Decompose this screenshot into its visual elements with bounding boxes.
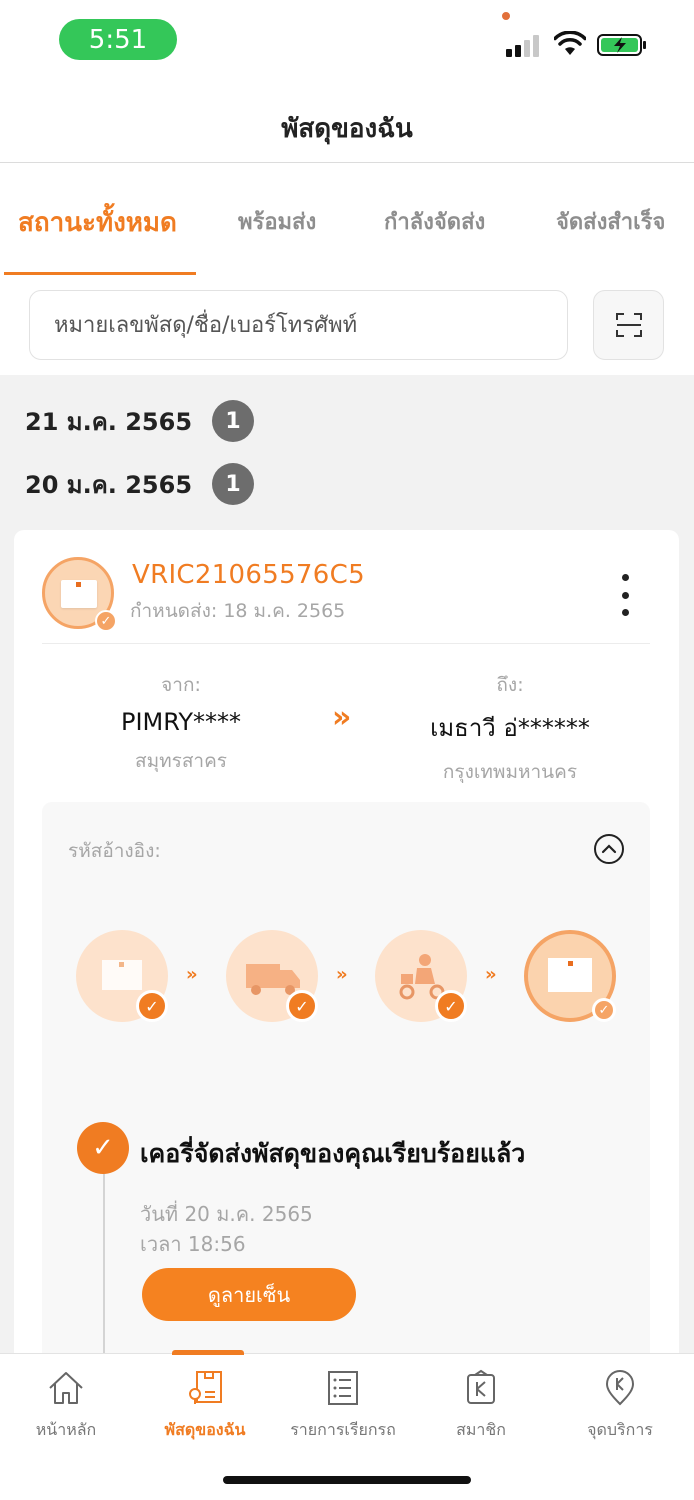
parcel-card[interactable]: ✓ VRIC21065576C5 กำหนดส่ง: 18 ม.ค. 2565 … xyxy=(14,530,679,1355)
member-icon xyxy=(467,1369,495,1404)
parcel-list[interactable]: 21 ม.ค. 2565 1 20 ม.ค. 2565 1 ✓ VRIC2106… xyxy=(0,375,694,1355)
event-date: วันที่ 20 ม.ค. 2565 xyxy=(140,1202,313,1226)
nav-label: หน้าหลัก xyxy=(35,1420,97,1439)
scan-icon xyxy=(615,313,642,337)
status-bar: 5:51 xyxy=(0,0,694,80)
wifi-icon xyxy=(554,31,586,55)
search-box xyxy=(29,290,568,360)
view-signature-button[interactable]: ดูลายเซ็น xyxy=(142,1268,356,1321)
date-group-row[interactable]: 21 ม.ค. 2565 1 xyxy=(25,400,255,442)
tab-in-delivery[interactable]: กำลังจัดส่ง xyxy=(384,204,485,239)
timeline-line xyxy=(103,1152,105,1355)
check-icon: ✓ xyxy=(286,990,318,1022)
date-group-row[interactable]: 20 ม.ค. 2565 1 xyxy=(25,463,255,505)
sender-info: จาก: PIMRY**** สมุทรสาคร xyxy=(61,670,301,776)
date-group-count-badge: 1 xyxy=(212,463,255,505)
reference-label: รหัสอ้างอิง: xyxy=(68,840,161,862)
page-title: พัสดุของฉัน xyxy=(281,114,413,144)
recipient-city: กรุงเทพมหานคร xyxy=(442,761,578,783)
date-group-count-badge: 1 xyxy=(212,400,255,442)
nav-label: พัสดุของฉัน xyxy=(164,1420,246,1439)
tab-ready-to-ship[interactable]: พร้อมส่ง xyxy=(238,204,316,239)
recipient-info: ถึง: เมธาวี อ่****** กรุงเทพมหานคร xyxy=(390,670,630,787)
status-tabs: สถานะทั้งหมด พร้อมส่ง กำลังจัดส่ง จัดส่ง… xyxy=(0,164,694,276)
home-indicator[interactable] xyxy=(223,1476,471,1484)
event-time: เวลา 18:56 xyxy=(140,1232,246,1256)
location-icon xyxy=(605,1370,635,1406)
nav-member[interactable]: สมาชิก xyxy=(421,1368,541,1443)
recording-indicator xyxy=(502,12,510,20)
sender-name: PIMRY**** xyxy=(120,708,242,736)
signal-icon xyxy=(506,33,544,57)
chevron-right-icon: » xyxy=(485,964,497,985)
parcel-box-icon: ✓ xyxy=(42,557,117,632)
nav-service-points[interactable]: จุดบริการ xyxy=(560,1368,680,1443)
active-nav-indicator xyxy=(172,1350,244,1355)
more-options-button[interactable] xyxy=(610,570,640,620)
scan-button[interactable] xyxy=(593,290,664,360)
divider xyxy=(42,643,650,644)
step-pickup-icon: ✓ xyxy=(76,930,168,1022)
step-truck-icon: ✓ xyxy=(226,930,318,1022)
list-icon xyxy=(328,1371,358,1405)
tracking-panel: รหัสอ้างอิง: ✓ » ✓ » ✓ » ✓ ✓ เคอรี่จัดส่… xyxy=(42,802,650,1355)
nav-label: จุดบริการ xyxy=(587,1420,653,1439)
header: พัสดุของฉัน xyxy=(0,88,694,163)
search-input[interactable] xyxy=(30,291,567,359)
tab-all-status[interactable]: สถานะทั้งหมด xyxy=(18,202,177,243)
collapse-button[interactable] xyxy=(594,834,624,864)
home-icon xyxy=(49,1372,83,1404)
tracking-number[interactable]: VRIC21065576C5 xyxy=(132,560,365,590)
check-icon: ✓ xyxy=(95,610,117,632)
chevron-right-icon: » xyxy=(186,964,198,985)
nav-pickup-requests[interactable]: รายการเรียกรถ xyxy=(283,1368,403,1443)
sender-label: จาก: xyxy=(161,674,201,696)
check-icon: ✓ xyxy=(136,990,168,1022)
battery-icon xyxy=(597,34,646,56)
check-icon: ✓ xyxy=(592,998,616,1022)
double-chevron-right-icon: » xyxy=(332,700,351,735)
nav-home[interactable]: หน้าหลัก xyxy=(6,1368,126,1443)
recipient-label: ถึง: xyxy=(496,674,524,696)
more-dot-icon xyxy=(621,609,629,616)
nav-label: รายการเรียกรถ xyxy=(290,1420,396,1439)
nav-my-parcels[interactable]: พัสดุของฉัน xyxy=(145,1368,265,1443)
tab-delivered[interactable]: จัดส่งสำเร็จ xyxy=(556,204,665,239)
step-courier-icon: ✓ xyxy=(375,930,467,1022)
recipient-name: เมธาวี อ่****** xyxy=(430,714,590,742)
check-circle-icon: ✓ xyxy=(77,1122,129,1174)
chevron-up-icon xyxy=(601,844,617,854)
step-delivered-icon: ✓ xyxy=(524,930,616,1022)
more-dot-icon xyxy=(621,574,629,581)
due-date: กำหนดส่ง: 18 ม.ค. 2565 xyxy=(130,600,346,622)
date-group-label: 20 ม.ค. 2565 xyxy=(25,470,193,499)
date-group-label: 21 ม.ค. 2565 xyxy=(25,407,193,436)
status-time: 5:51 xyxy=(59,19,177,60)
check-icon: ✓ xyxy=(435,990,467,1022)
event-title: เคอรี่จัดส่งพัสดุของคุณเรียบร้อยแล้ว xyxy=(140,1139,526,1168)
sender-city: สมุทรสาคร xyxy=(134,750,228,772)
nav-label: สมาชิก xyxy=(456,1420,506,1439)
parcel-icon xyxy=(189,1371,222,1404)
more-dot-icon xyxy=(621,591,629,599)
chevron-right-icon: » xyxy=(336,964,348,985)
active-tab-underline xyxy=(4,272,196,275)
